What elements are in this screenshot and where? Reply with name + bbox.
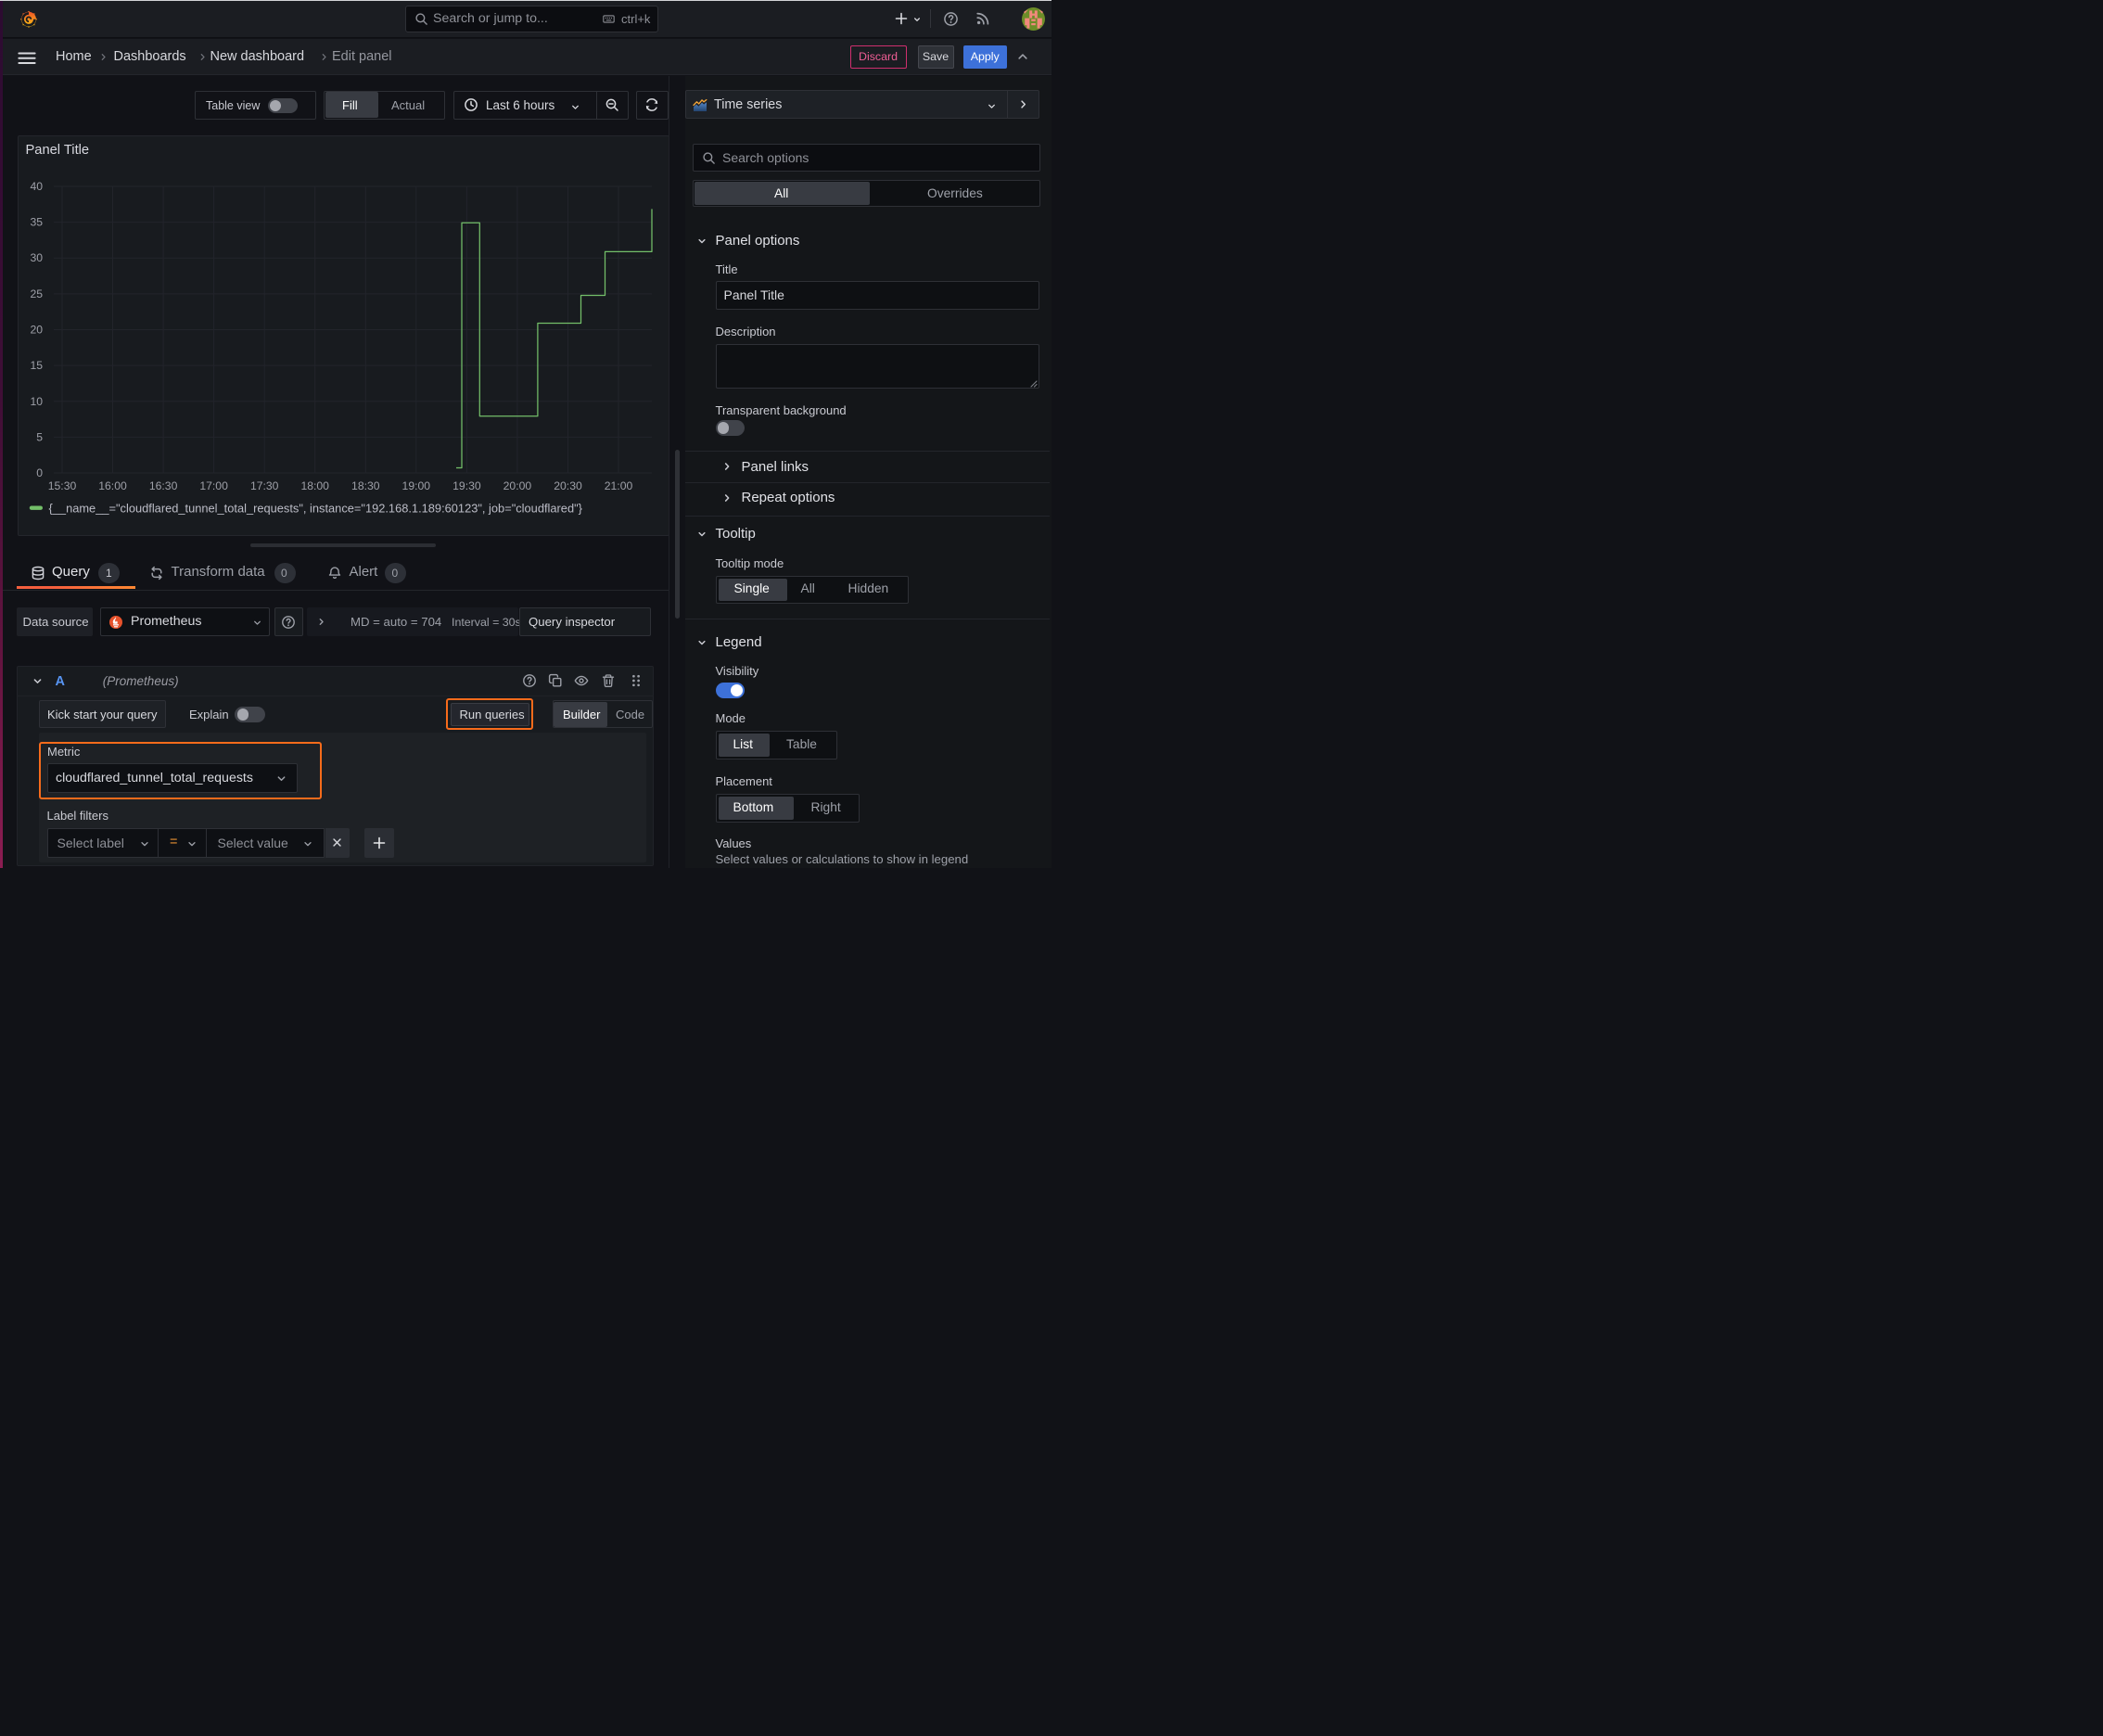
svg-text:30: 30	[30, 251, 43, 264]
svg-text:17:00: 17:00	[199, 479, 228, 492]
svg-text:0: 0	[36, 466, 43, 479]
svg-text:25: 25	[30, 287, 43, 300]
svg-text:20:30: 20:30	[554, 479, 582, 492]
svg-text:19:30: 19:30	[452, 479, 481, 492]
svg-text:16:00: 16:00	[98, 479, 127, 492]
svg-text:19:00: 19:00	[401, 479, 430, 492]
svg-text:20:00: 20:00	[503, 479, 531, 492]
svg-text:17:30: 17:30	[249, 479, 278, 492]
svg-text:18:30: 18:30	[351, 479, 380, 492]
svg-text:15: 15	[30, 359, 43, 372]
svg-text:35: 35	[30, 215, 43, 228]
svg-text:21:00: 21:00	[604, 479, 632, 492]
svg-text:40: 40	[30, 180, 43, 193]
svg-text:{__name__="cloudflared_tunnel_: {__name__="cloudflared_tunnel_total_requ…	[48, 501, 582, 515]
svg-text:20: 20	[30, 323, 43, 336]
svg-text:10: 10	[30, 394, 43, 407]
svg-text:15:30: 15:30	[47, 479, 76, 492]
svg-text:18:00: 18:00	[300, 479, 329, 492]
svg-text:5: 5	[36, 430, 43, 443]
svg-text:16:30: 16:30	[148, 479, 177, 492]
